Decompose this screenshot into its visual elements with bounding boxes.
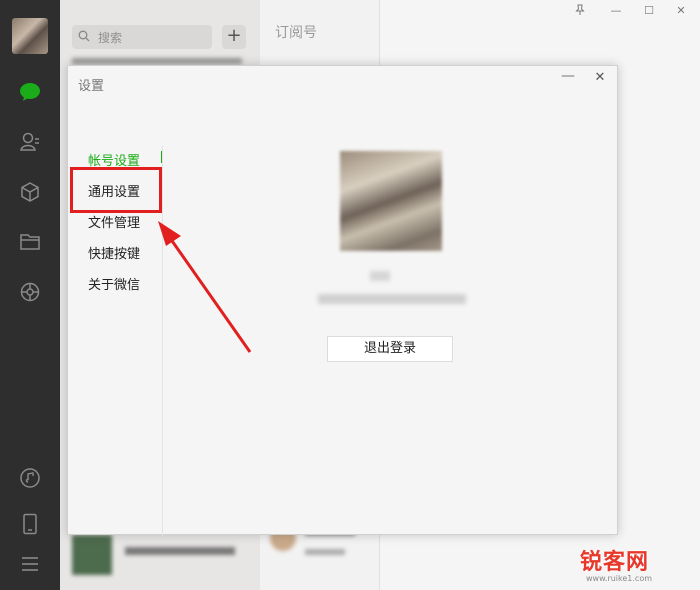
nav-shortcuts[interactable]: 快捷按键 bbox=[88, 243, 140, 262]
chat-icon[interactable] bbox=[18, 80, 42, 104]
dialog-minimize-button[interactable]: — bbox=[560, 68, 576, 84]
window-maximize-button[interactable]: ☐ bbox=[641, 4, 657, 17]
folder-icon[interactable] bbox=[18, 230, 42, 254]
left-sidebar bbox=[0, 0, 60, 590]
user-avatar[interactable] bbox=[12, 18, 48, 54]
settings-dialog: 设置 — ✕ 帐号设置 通用设置 文件管理 快捷按键 关于微信 退出登录 bbox=[67, 65, 618, 536]
add-button[interactable]: + bbox=[222, 25, 246, 49]
dialog-close-button[interactable]: ✕ bbox=[592, 70, 608, 85]
pin-icon[interactable] bbox=[572, 4, 588, 19]
search-icon bbox=[78, 30, 92, 44]
nav-about-wechat[interactable]: 关于微信 bbox=[88, 274, 140, 293]
contacts-icon[interactable] bbox=[18, 130, 42, 154]
music-icon[interactable] bbox=[18, 466, 42, 490]
profile-avatar bbox=[340, 151, 442, 251]
window-minimize-button[interactable]: — bbox=[608, 4, 624, 17]
nav-divider bbox=[162, 146, 163, 536]
dialog-title: 设置 bbox=[78, 79, 105, 94]
nav-file-management[interactable]: 文件管理 bbox=[88, 212, 140, 231]
watermark-url: www.ruike1.com bbox=[586, 574, 653, 583]
window-close-button[interactable]: ✕ bbox=[673, 4, 689, 17]
search-input[interactable]: 搜索 bbox=[72, 25, 212, 49]
subscription-title: 订阅号 bbox=[275, 25, 317, 41]
logout-button[interactable]: 退出登录 bbox=[327, 336, 453, 362]
watermark-logo: 锐客网 www.ruike1.com bbox=[572, 530, 697, 588]
favorites-cube-icon[interactable] bbox=[18, 180, 42, 204]
blurred-wechat-id bbox=[318, 294, 466, 304]
watermark-brand: 锐客网 bbox=[580, 550, 650, 575]
search-placeholder: 搜索 bbox=[98, 30, 123, 45]
moments-icon[interactable] bbox=[18, 280, 42, 304]
annotation-highlight-box bbox=[70, 167, 162, 213]
menu-icon[interactable] bbox=[18, 552, 42, 576]
phone-icon[interactable] bbox=[18, 512, 42, 536]
blurred-nickname bbox=[370, 271, 390, 281]
